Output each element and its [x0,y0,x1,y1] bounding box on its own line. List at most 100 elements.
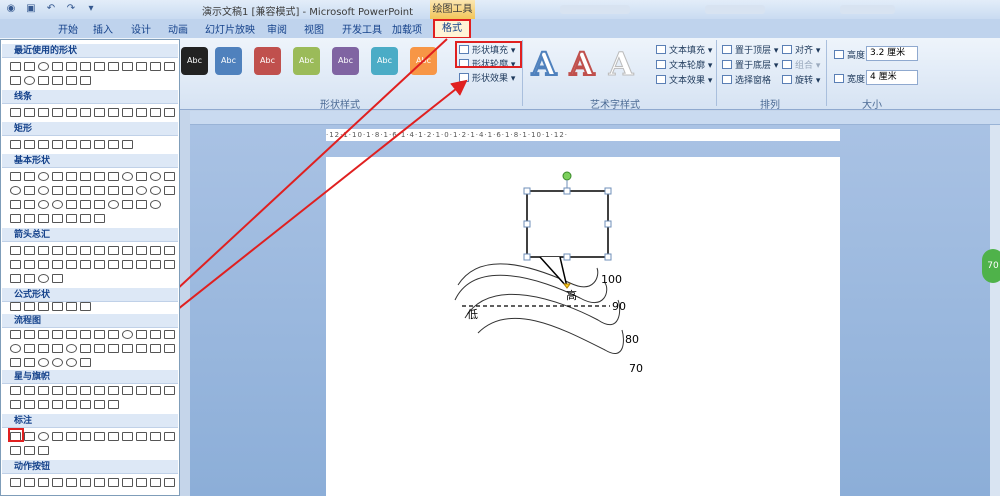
undo-icon[interactable]: ↶ [44,2,58,16]
shape-item[interactable] [80,344,91,353]
shape-item[interactable] [136,260,147,269]
shape-item[interactable] [122,108,133,117]
shape-item[interactable] [94,62,105,71]
shape-item[interactable] [24,140,35,149]
shape-item[interactable] [94,186,105,195]
shape-item[interactable] [66,386,77,395]
shape-item[interactable] [10,400,21,409]
shape-item[interactable] [38,358,49,367]
shape-item[interactable] [38,446,49,455]
shape-item[interactable] [164,386,175,395]
shape-item[interactable] [66,140,77,149]
shape-item[interactable] [164,330,175,339]
shape-item[interactable] [80,186,91,195]
shape-item[interactable] [24,330,35,339]
shape-item[interactable] [66,200,77,209]
shape-item[interactable] [52,260,63,269]
text-fill-button[interactable]: 文本填充 ▾ [656,43,712,56]
shape-item[interactable] [108,432,119,441]
rotate-button[interactable]: 旋转 ▾ [782,73,820,86]
shape-item[interactable] [66,344,77,353]
shape-style-3[interactable]: Abc [254,47,281,75]
shape-item[interactable] [122,62,133,71]
shape-item[interactable] [80,260,91,269]
shape-item[interactable] [94,344,105,353]
shape-item[interactable] [150,172,161,181]
shape-item[interactable] [52,358,63,367]
shape-item[interactable] [66,432,77,441]
shape-item[interactable] [52,344,63,353]
width-input[interactable]: 4 厘米 [866,70,918,85]
shape-item[interactable] [108,140,119,149]
shape-item[interactable] [94,386,105,395]
shape-item[interactable] [38,200,49,209]
shape-item[interactable] [108,344,119,353]
shape-style-7[interactable]: Abc [410,47,437,75]
shape-item[interactable] [122,386,133,395]
shape-item[interactable] [136,432,147,441]
shape-item[interactable] [10,214,21,223]
shape-item[interactable] [80,108,91,117]
shape-item[interactable] [164,260,175,269]
shape-item[interactable] [150,260,161,269]
shape-item[interactable] [10,172,21,181]
shape-item[interactable] [66,260,77,269]
shape-item[interactable] [10,386,21,395]
shape-item[interactable] [24,172,35,181]
shape-item[interactable] [122,186,133,195]
shape-item[interactable] [38,246,49,255]
shape-item[interactable] [52,62,63,71]
shape-style-2[interactable]: Abc [215,47,242,75]
shape-item[interactable] [10,274,21,283]
shape-item[interactable] [66,400,77,409]
shape-item[interactable] [38,214,49,223]
shape-item[interactable] [80,172,91,181]
shape-item[interactable] [80,400,91,409]
shape-item[interactable] [108,478,119,487]
shape-item[interactable] [80,214,91,223]
shape-item[interactable] [122,260,133,269]
shape-item[interactable] [66,358,77,367]
shape-item[interactable] [38,172,49,181]
shape-item[interactable] [80,140,91,149]
shape-item[interactable] [80,478,91,487]
shape-item[interactable] [150,432,161,441]
align-button[interactable]: 对齐 ▾ [782,43,820,56]
shape-item[interactable] [108,260,119,269]
shape-item[interactable] [10,108,21,117]
shape-item[interactable] [150,478,161,487]
selection-pane-button[interactable]: 选择窗格 [722,73,771,86]
shape-item[interactable] [136,330,147,339]
shape-item[interactable] [38,76,49,85]
shape-item[interactable] [94,330,105,339]
shape-item[interactable] [94,478,105,487]
zoom-badge[interactable]: 70 [982,249,1000,283]
shape-item[interactable] [122,140,133,149]
shape-item[interactable] [164,246,175,255]
shape-item[interactable] [94,432,105,441]
shape-item[interactable] [94,246,105,255]
shape-item[interactable] [38,274,49,283]
shape-item[interactable] [24,76,35,85]
shape-item[interactable] [38,260,49,269]
shape-item[interactable] [136,478,147,487]
shape-item[interactable] [80,200,91,209]
shape-item[interactable] [136,200,147,209]
shape-item[interactable] [164,432,175,441]
shape-item[interactable] [66,186,77,195]
shape-item[interactable] [66,76,77,85]
tab-animation[interactable]: 动画 [168,21,188,36]
shape-item[interactable] [52,200,63,209]
shape-item[interactable] [122,200,133,209]
shape-style-1[interactable]: Abc [181,47,208,75]
shape-item[interactable] [122,172,133,181]
shape-item[interactable] [94,108,105,117]
shape-item[interactable] [66,302,77,311]
shape-item[interactable] [80,246,91,255]
shape-item[interactable] [108,330,119,339]
shape-item[interactable] [24,274,35,283]
shape-item[interactable] [136,344,147,353]
shape-item[interactable] [10,478,21,487]
shape-item[interactable] [108,186,119,195]
shape-item[interactable] [150,200,161,209]
